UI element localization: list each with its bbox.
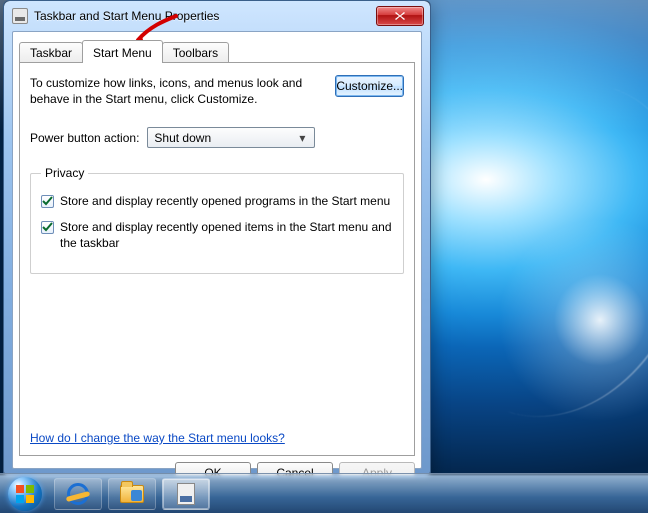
window-title: Taskbar and Start Menu Properties [34,9,219,23]
close-button[interactable] [376,6,424,26]
taskbar [0,473,648,513]
internet-explorer-icon [67,483,89,505]
taskbar-item-ie[interactable] [54,478,102,510]
customize-description: To customize how links, icons, and menus… [30,75,321,107]
folder-icon [120,485,144,503]
window-icon [12,8,28,24]
privacy-group: Privacy Store and display recently opene… [30,166,404,274]
power-action-combo[interactable]: Shut down ▾ [147,127,315,148]
privacy-checkbox-programs[interactable] [41,195,54,208]
chevron-down-icon: ▾ [294,131,310,145]
tab-toolbars[interactable]: Toolbars [162,42,229,63]
help-link[interactable]: How do I change the way the Start menu l… [30,431,285,445]
properties-window: Taskbar and Start Menu Properties Taskba… [3,0,431,478]
close-icon [394,11,406,21]
taskbar-item-explorer[interactable] [108,478,156,510]
windows-logo-icon [15,484,35,504]
start-button[interactable] [2,476,48,512]
properties-icon [177,483,195,505]
tab-start-menu[interactable]: Start Menu [82,40,163,63]
privacy-label-programs[interactable]: Store and display recently opened progra… [60,194,390,210]
desktop: Taskbar and Start Menu Properties Taskba… [0,0,648,513]
privacy-legend: Privacy [41,166,88,180]
privacy-label-items[interactable]: Store and display recently opened items … [60,220,393,251]
taskbar-item-properties[interactable] [162,478,210,510]
titlebar[interactable]: Taskbar and Start Menu Properties [4,1,430,31]
window-client: Taskbar Start Menu Toolbars To customize… [12,31,422,469]
tab-panel: To customize how links, icons, and menus… [19,62,415,456]
power-action-value: Shut down [154,131,211,145]
power-action-label: Power button action: [30,131,139,145]
check-icon [42,222,53,233]
tab-taskbar[interactable]: Taskbar [19,42,83,63]
tab-bar: Taskbar Start Menu Toolbars [19,38,415,62]
customize-button[interactable]: Customize... [335,75,404,97]
privacy-checkbox-items[interactable] [41,221,54,234]
check-icon [42,196,53,207]
power-action-row: Power button action: Shut down ▾ [30,127,404,148]
